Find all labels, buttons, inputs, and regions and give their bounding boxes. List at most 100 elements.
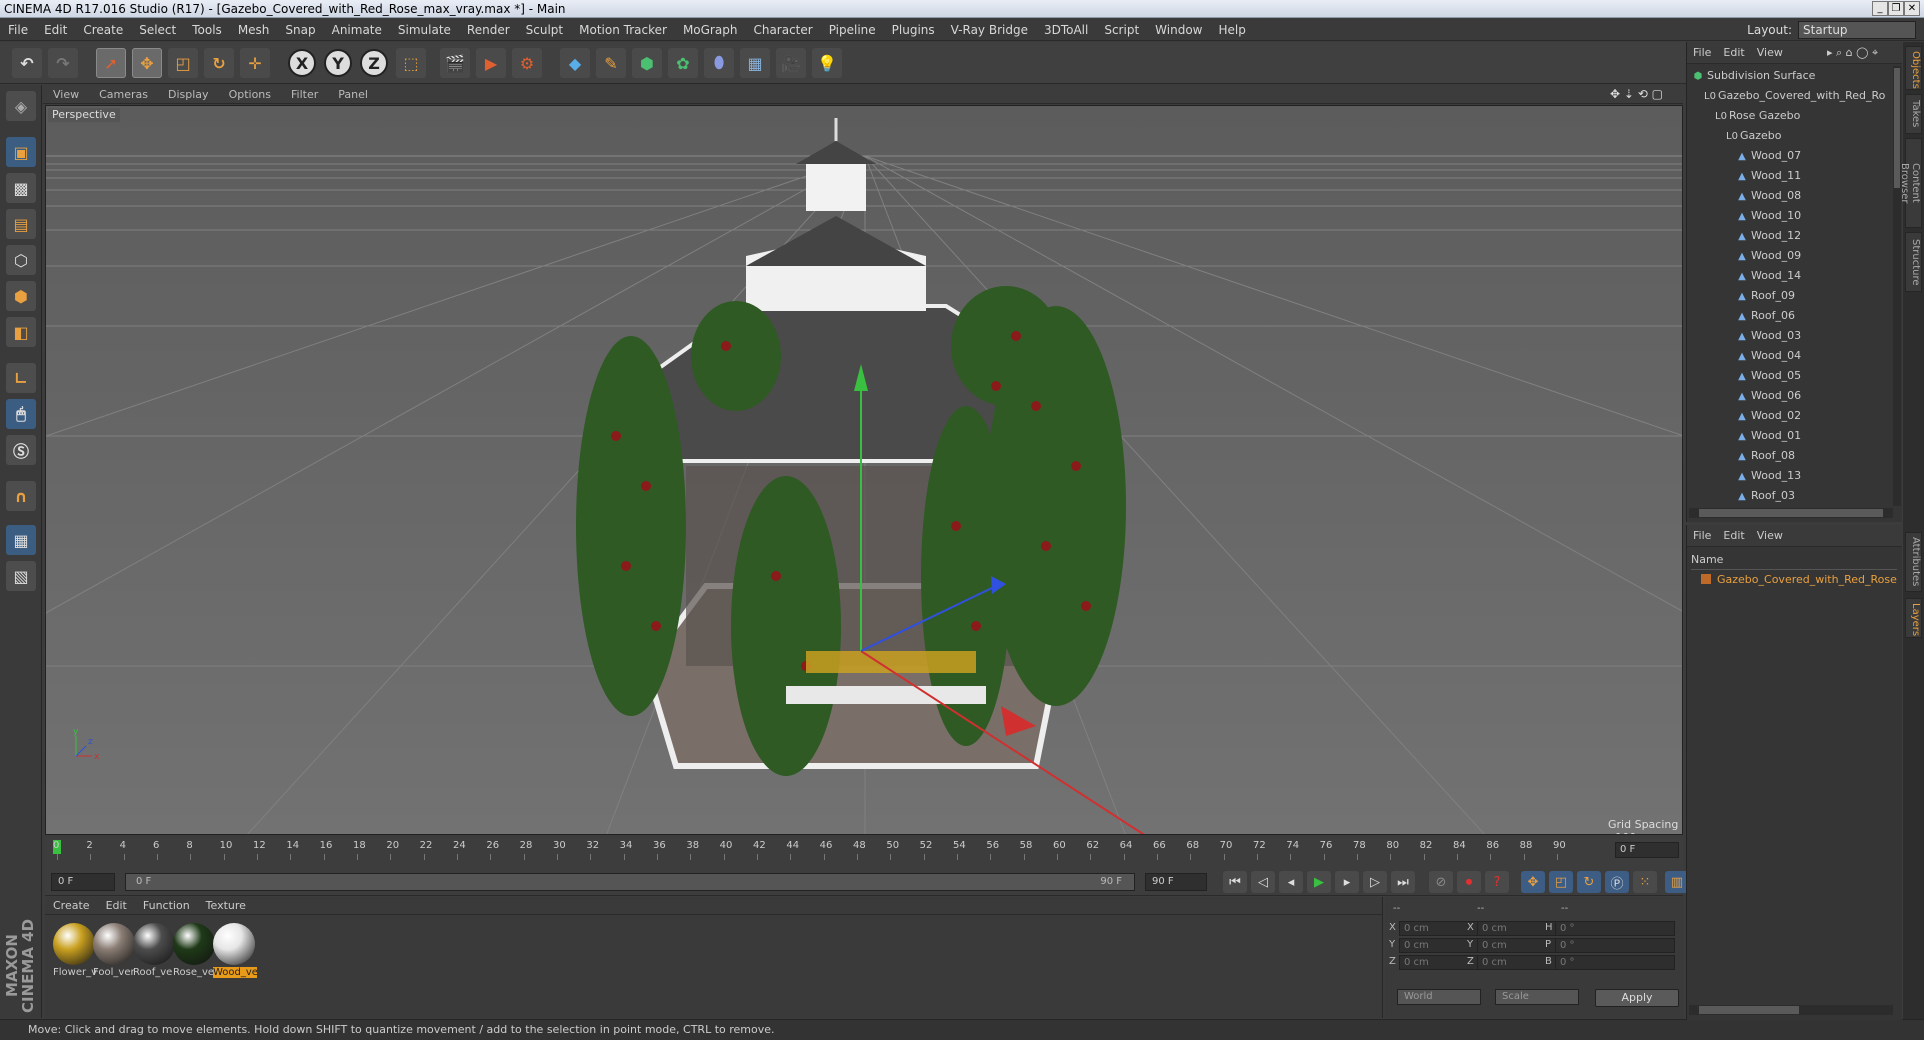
object-manager-scrollbar[interactable] [1893,66,1901,506]
end-frame-field[interactable]: 90 F [1145,873,1207,891]
menu-v-ray-bridge[interactable]: V-Ray Bridge [943,19,1036,41]
menu-animate[interactable]: Animate [324,19,390,41]
planar-workplane-icon[interactable]: ▧ [6,561,36,591]
coord-rotation-field[interactable]: 0 ° [1555,938,1675,953]
material-swatch[interactable]: Rose_ve [173,923,217,978]
layout-selector[interactable]: Layout: Startup [1747,20,1916,40]
viewport-menu-display[interactable]: Display [158,86,219,104]
camera-icon[interactable]: 🎥 [776,48,806,78]
object-tree-item[interactable]: ▲ Wood_12 [1687,226,1887,246]
current-frame-field[interactable]: 0 F [1615,842,1679,858]
rotate-icon[interactable]: ↻ [204,48,234,78]
viewport-menu-cameras[interactable]: Cameras [89,86,158,104]
menu-create[interactable]: Create [75,19,131,41]
render-view-icon[interactable]: 🎬 [440,48,470,78]
play-icon[interactable]: ▶ [1307,871,1331,893]
preview-range-slider[interactable]: 0 F 90 F [125,873,1135,891]
tab-attributes[interactable]: Attributes [1905,532,1922,592]
object-tree-item[interactable]: ▲ Roof_09 [1687,286,1887,306]
object-tree-item[interactable]: ▲ Wood_10 [1687,206,1887,226]
coord-rotation-field[interactable]: 0 ° [1555,921,1675,936]
subdivision-icon[interactable]: ⬢ [632,48,662,78]
scale-icon[interactable]: ◰ [168,48,198,78]
3d-viewport[interactable]: y x z Perspective Grid Spacing : 100 cm [45,105,1683,835]
x-axis-lock-icon[interactable]: X [288,49,316,77]
close-button[interactable]: ✕ [1904,1,1920,16]
render-picture-viewer-icon[interactable]: ▶ [476,48,506,78]
recent-tool-icon[interactable]: ✛ [240,48,270,78]
goto-start-icon[interactable]: ⏮ [1223,871,1247,893]
minimize-button[interactable]: _ [1872,1,1888,16]
object-tree-item[interactable]: ⬢ Subdivision Surface [1687,66,1887,86]
layer-menu-view[interactable]: View [1751,525,1789,547]
lock-workplane-icon[interactable]: ▦ [6,525,36,555]
layer-color-swatch[interactable] [1701,574,1711,584]
menu-script[interactable]: Script [1096,19,1147,41]
live-selection-icon[interactable]: ➚ [96,48,126,78]
menu-pipeline[interactable]: Pipeline [821,19,884,41]
object-manager-tools[interactable]: ▸ ⌕ ⌂ ◯ ⌖ [1827,46,1878,60]
autokey-icon[interactable]: ⏺ [1457,871,1481,893]
menu-file[interactable]: File [0,19,36,41]
object-tree-item[interactable]: ▲ Wood_11 [1687,166,1887,186]
previous-frame-icon[interactable]: ◂ [1279,871,1303,893]
tab-objects[interactable]: Objects [1905,46,1922,90]
menu-plugins[interactable]: Plugins [884,19,943,41]
keyframe-selection-icon[interactable]: ? [1485,871,1509,893]
viewport-nav-icons[interactable]: ✥ ⇣ ⟲ ▢ [1610,87,1663,101]
key-pla-icon[interactable]: ⁙ [1633,871,1657,893]
floor-icon[interactable]: ▦ [740,48,770,78]
menu-help[interactable]: Help [1210,19,1253,41]
viewport-menu-panel[interactable]: Panel [328,86,378,104]
material-swatch[interactable]: Flower_v [53,923,97,978]
workplane-icon[interactable]: ▤ [6,209,36,239]
menu-window[interactable]: Window [1147,19,1210,41]
redo-icon[interactable]: ↷ [48,48,78,78]
layer-item[interactable]: Gazebo_Covered_with_Red_Rose [1701,573,1897,586]
menu-select[interactable]: Select [131,19,184,41]
coordinate-mode-dropdown[interactable]: Scale [1495,989,1579,1005]
cube-icon[interactable]: ◆ [560,48,590,78]
material-preview-ball[interactable] [213,923,255,965]
material-menu-function[interactable]: Function [135,897,198,915]
menu-render[interactable]: Render [459,19,518,41]
render-settings-icon[interactable]: ⚙ [512,48,542,78]
coordinate-system-icon[interactable]: ⬚ [396,48,426,78]
coordinate-space-dropdown[interactable]: World [1397,989,1481,1005]
tweak-mode-icon[interactable]: 🖱 [6,399,36,429]
layer-manager-hscrollbar[interactable] [1689,1005,1893,1015]
material-preview-ball[interactable] [93,923,135,965]
menu-snap[interactable]: Snap [277,19,323,41]
tab-takes[interactable]: Takes [1905,94,1922,134]
material-menu-edit[interactable]: Edit [98,897,135,915]
layer-menu-file[interactable]: File [1687,525,1717,547]
viewport-menu-options[interactable]: Options [219,86,281,104]
snap-icon[interactable]: Ⓢ [6,435,36,465]
object-tree-item[interactable]: L0 Gazebo [1687,126,1887,146]
menu-sculpt[interactable]: Sculpt [518,19,571,41]
object-tree-item[interactable]: ▲ Wood_06 [1687,386,1887,406]
polygons-mode-icon[interactable]: ◧ [6,317,36,347]
points-mode-icon[interactable]: ⬡ [6,245,36,275]
object-tree-item[interactable]: ▲ Roof_06 [1687,306,1887,326]
menu-tools[interactable]: Tools [184,19,230,41]
pen-icon[interactable]: ✎ [596,48,626,78]
object-tree-item[interactable]: ▲ Wood_14 [1687,266,1887,286]
material-menu-create[interactable]: Create [45,897,98,915]
apply-button[interactable]: Apply [1595,989,1679,1007]
object-tree-item[interactable]: ▲ Wood_08 [1687,186,1887,206]
next-key-icon[interactable]: ▷ [1363,871,1387,893]
object-tree-item[interactable]: ▲ Wood_13 [1687,466,1887,486]
object-tree-item[interactable]: ▲ Wood_03 [1687,326,1887,346]
start-frame-field[interactable]: 0 F [51,873,115,891]
object-tree-item[interactable]: ▲ Wood_09 [1687,246,1887,266]
deformer-icon[interactable]: ⬮ [704,48,734,78]
viewport-camera-label[interactable]: Perspective [48,108,120,122]
light-icon[interactable]: 💡 [812,48,842,78]
menu-edit[interactable]: Edit [36,19,75,41]
object-tree-item[interactable]: ▲ Roof_08 [1687,446,1887,466]
object-menu-file[interactable]: File [1687,42,1717,64]
model-mode-icon[interactable]: ▣ [6,137,36,167]
material-swatch[interactable]: Wood_ve [213,923,257,978]
cloner-icon[interactable]: ✿ [668,48,698,78]
